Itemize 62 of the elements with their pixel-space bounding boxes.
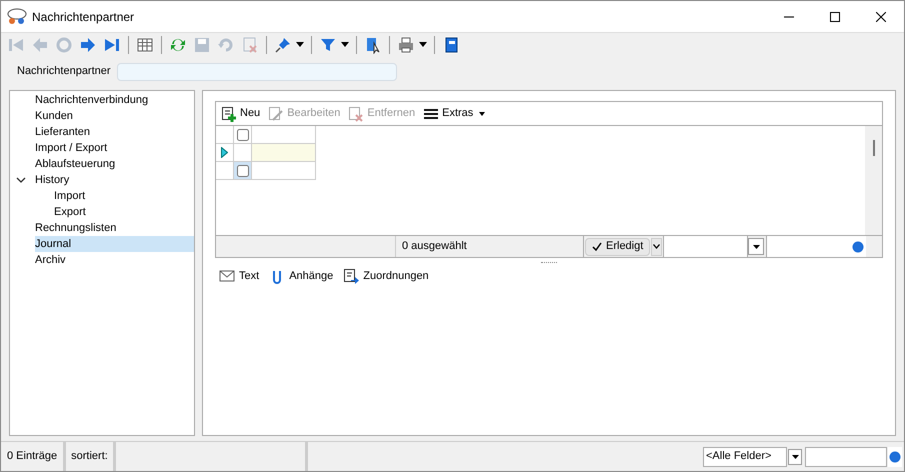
vertical-scrollbar[interactable] (865, 126, 882, 235)
row-checkbox[interactable] (236, 164, 248, 176)
chevron-down-icon (653, 244, 660, 249)
checkmark-icon (592, 242, 602, 252)
delete-icon (241, 36, 259, 54)
dropdown-button[interactable] (788, 448, 802, 464)
table-icon (136, 36, 154, 54)
input-field[interactable] (805, 446, 887, 466)
search-button[interactable] (850, 236, 866, 257)
back-arrow-icon (31, 36, 49, 54)
collapse-chevron-icon[interactable] (16, 176, 26, 184)
dropdown-caret-icon (752, 244, 760, 248)
remove-document-icon (348, 106, 364, 122)
dropdown-button[interactable] (748, 238, 764, 255)
sphere-icon (852, 240, 864, 252)
tree-item[interactable]: Import / Export (35, 140, 112, 156)
new-document-icon (221, 106, 237, 122)
maximize-icon (830, 12, 840, 22)
field-label: Nachrichtenpartner (17, 64, 111, 80)
search-button[interactable] (888, 446, 902, 466)
pin-icon (274, 36, 292, 54)
document-arrow-icon (343, 268, 360, 284)
tree-item[interactable]: Import (54, 188, 90, 204)
forward-arrow-icon (79, 36, 97, 54)
window-title: Nachrichtenpartner (32, 8, 134, 26)
tree-item[interactable]: Ablaufsteuerung (35, 156, 120, 172)
tree-item[interactable]: Kunden (35, 108, 77, 124)
dropdown-button[interactable] (651, 238, 662, 256)
edit-document-icon (268, 106, 284, 122)
selection-count: 0 ausgewählt (396, 236, 584, 257)
input-field[interactable] (116, 62, 397, 80)
tree-item[interactable]: Nachrichtenverbindung (35, 92, 152, 108)
sphere-icon (889, 450, 901, 462)
record-count: 0 Einträge (1, 442, 66, 471)
field-select[interactable]: <Alle Felder> (703, 446, 787, 466)
input-field[interactable] (766, 236, 850, 257)
people-icon (6, 8, 28, 26)
grid-toolbar-button[interactable]: Extras (423, 105, 486, 122)
done-button[interactable]: Erledigt (585, 238, 650, 256)
tree-item[interactable]: Archiv (35, 252, 70, 268)
envelope-icon (219, 268, 235, 284)
input-field[interactable] (664, 236, 748, 257)
save-icon (193, 36, 211, 54)
tree-item[interactable]: History (35, 172, 74, 188)
dropdown-caret-icon (792, 454, 798, 458)
detail-tab[interactable]: Anhänge (269, 268, 334, 284)
dropdown-caret-icon (479, 112, 486, 116)
tree-item[interactable]: Journal (35, 236, 194, 252)
tree-item[interactable]: Export (54, 204, 90, 220)
document-pointer-icon (364, 36, 382, 54)
current-row-icon (221, 147, 228, 158)
detail-tab[interactable]: Zuordnungen (343, 268, 429, 284)
close-icon (876, 12, 886, 22)
detail-tab[interactable]: Text (219, 268, 260, 284)
row-checkbox[interactable] (236, 128, 248, 140)
undo-icon (217, 36, 235, 54)
tree-item[interactable]: Lieferanten (35, 124, 94, 140)
table-cell (252, 144, 316, 162)
grid-toolbar-button[interactable]: Neu (221, 105, 260, 122)
sort-label: sortiert: (66, 442, 116, 471)
printer-icon (397, 36, 415, 54)
tree-item[interactable]: Rechnungslisten (35, 220, 120, 236)
